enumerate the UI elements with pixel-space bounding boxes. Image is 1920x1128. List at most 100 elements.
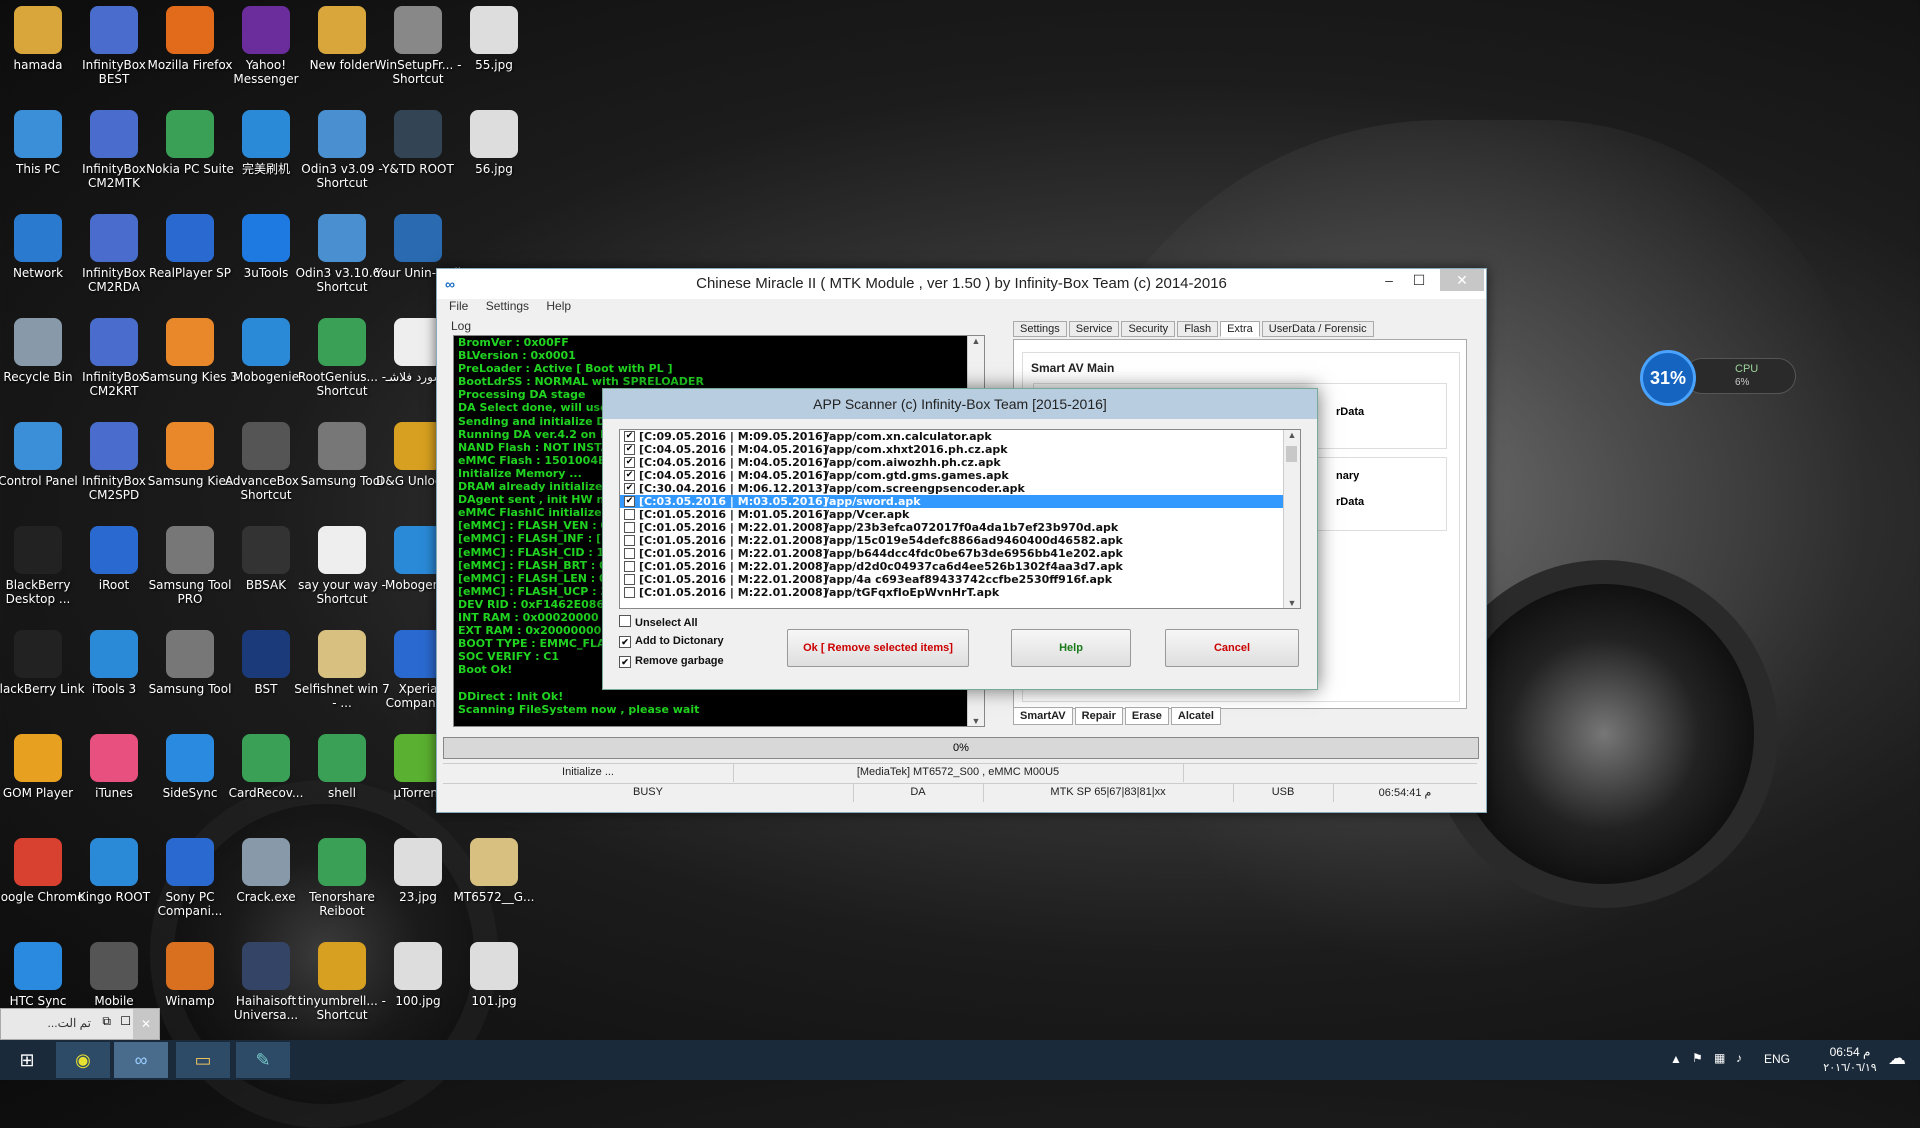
cancel-button[interactable]: Cancel bbox=[1165, 629, 1299, 667]
item-checkbox[interactable]: ✔ bbox=[624, 444, 635, 455]
list-item[interactable]: [C:01.05.2016 | M:22.01.2008]/app/4a c69… bbox=[620, 573, 1300, 586]
item-path: /app/b644dcc4fdc0be67b3de6956bb41e202.ap… bbox=[825, 547, 1123, 560]
item-dates: [C:01.05.2016 | M:22.01.2008] bbox=[639, 521, 828, 534]
scroll-down-icon[interactable]: ▼ bbox=[968, 716, 984, 726]
list-item[interactable]: ✔ [C:09.05.2016 | M:09.05.2016]/app/com.x… bbox=[620, 430, 1300, 443]
list-item[interactable]: [C:01.05.2016 | M:22.01.2008]/app/tGFqxf… bbox=[620, 586, 1300, 599]
restore-icon[interactable]: ⧉ bbox=[102, 1014, 111, 1029]
subtab-smartav[interactable]: SmartAV bbox=[1013, 707, 1073, 725]
subtab-repair[interactable]: Repair bbox=[1074, 707, 1123, 725]
list-item[interactable]: [C:01.05.2016 | M:22.01.2008]/app/23b3ef… bbox=[620, 521, 1300, 534]
menu-file[interactable]: File bbox=[449, 299, 468, 313]
dialog-title[interactable]: APP Scanner (c) Infinity-Box Team [2015-… bbox=[603, 389, 1317, 419]
item-checkbox[interactable] bbox=[624, 548, 635, 559]
item-checkbox[interactable] bbox=[624, 574, 635, 585]
taskbar-file-explorer[interactable]: ▭ bbox=[176, 1042, 230, 1078]
list-item[interactable]: [C:01.05.2016 | M:22.01.2008]/app/b644dc… bbox=[620, 547, 1300, 560]
taskbar-paint[interactable]: ✎ bbox=[236, 1042, 290, 1078]
close-icon[interactable]: ✕ bbox=[133, 1009, 159, 1039]
remove-garbage-label: Remove garbage bbox=[635, 655, 724, 667]
menu-settings[interactable]: Settings bbox=[486, 299, 529, 313]
tab-flash[interactable]: Flash bbox=[1177, 321, 1219, 337]
menu-help[interactable]: Help bbox=[546, 299, 571, 313]
list-item[interactable]: ✔ [C:30.04.2016 | M:06.12.2013]/app/com.s… bbox=[620, 482, 1300, 495]
ok-remove-button[interactable]: Ok [ Remove selected items] bbox=[787, 629, 969, 667]
help-button[interactable]: Help bbox=[1011, 629, 1131, 667]
list-item[interactable]: ✔ [C:04.05.2016 | M:04.05.2016]/app/com.x… bbox=[620, 443, 1300, 456]
item-checkbox[interactable]: ✔ bbox=[624, 483, 635, 494]
notification-cloud-icon[interactable]: ☁ bbox=[1888, 1048, 1906, 1069]
desktop-icon[interactable]: 55.jpg bbox=[446, 0, 542, 98]
list-item[interactable]: [C:01.05.2016 | M:22.01.2008]/app/15c019… bbox=[620, 534, 1300, 547]
gear-icon bbox=[166, 630, 214, 678]
item-checkbox[interactable]: ✔ bbox=[624, 457, 635, 468]
item-path: /app/com.aiwozhh.ph.cz.apk bbox=[825, 456, 1001, 469]
taskbar-infinitybox[interactable]: ∞ bbox=[114, 1042, 168, 1078]
add-to-dictionary-label: Add to Dictonary bbox=[635, 635, 724, 647]
minimized-window[interactable]: ...تم الت ⧉ ☐ ✕ bbox=[0, 1008, 160, 1040]
close-button[interactable]: ✕ bbox=[1440, 269, 1484, 291]
list-item[interactable]: [C:01.05.2016 | M:22.01.2008]/app/d2d0c0… bbox=[620, 560, 1300, 573]
folder-icon: ▭ bbox=[194, 1050, 212, 1070]
clock-time[interactable]: 06:54 م bbox=[1820, 1045, 1880, 1059]
app-list-scrollbar[interactable]: ▲ ▼ bbox=[1283, 430, 1300, 608]
function-tabs: Settings Service Security Flash Extra UserDat… bbox=[1013, 321, 1376, 339]
log-label: Log bbox=[451, 319, 472, 333]
item-checkbox[interactable]: ✔ bbox=[624, 431, 635, 442]
cpu-widget[interactable]: CPU 6% 31% bbox=[1640, 350, 1796, 406]
htc-sync-icon bbox=[14, 942, 62, 990]
item-checkbox[interactable] bbox=[624, 509, 635, 520]
item-checkbox[interactable] bbox=[624, 561, 635, 572]
window-titlebar[interactable]: ∞ Chinese Miracle II ( MTK Module , ver … bbox=[437, 269, 1486, 299]
desktop-icon[interactable]: MT6572__G... bbox=[446, 832, 542, 930]
item-path: /app/com.xn.calculator.apk bbox=[825, 430, 992, 443]
desktop-icon[interactable]: 101.jpg bbox=[446, 936, 542, 1034]
add-to-dictionary-checkbox[interactable]: ✔ Add to Dictonary bbox=[619, 635, 724, 648]
tab-userdata-forensic[interactable]: UserData / Forensic bbox=[1261, 321, 1374, 337]
tray-chevron-up-icon[interactable]: ▲ bbox=[1670, 1052, 1682, 1066]
scroll-down-icon[interactable]: ▼ bbox=[1284, 598, 1300, 608]
desktop-icon[interactable]: 56.jpg bbox=[446, 104, 542, 202]
uninstall-icon bbox=[394, 214, 442, 262]
tab-security[interactable]: Security bbox=[1121, 321, 1176, 337]
maximize-icon[interactable]: ☐ bbox=[120, 1014, 131, 1028]
tray-flag-icon[interactable]: ⚑ bbox=[1692, 1051, 1703, 1065]
unselect-all-checkbox[interactable]: Unselect All bbox=[619, 615, 698, 629]
list-item[interactable]: ✔ [C:03.05.2016 | M:03.05.2016]/app/sword… bbox=[620, 495, 1300, 508]
item-path: /app/d2d0c04937ca6d4ee526b1302f4aa3d7.ap… bbox=[825, 560, 1123, 573]
bst-icon bbox=[242, 630, 290, 678]
xperia-icon bbox=[394, 630, 442, 678]
list-item[interactable]: [C:01.05.2016 | M:01.05.2016]/app/Vcer.a… bbox=[620, 508, 1300, 521]
image-file-icon bbox=[394, 838, 442, 886]
item-checkbox[interactable] bbox=[624, 587, 635, 598]
chrome-icon bbox=[14, 838, 62, 886]
maximize-button[interactable]: ☐ bbox=[1404, 269, 1434, 291]
item-checkbox[interactable] bbox=[624, 522, 635, 533]
taskbar-chrome[interactable]: ◉ bbox=[56, 1042, 110, 1078]
app-list[interactable]: ✔ [C:09.05.2016 | M:09.05.2016]/app/com.x… bbox=[619, 429, 1301, 609]
subtab-erase[interactable]: Erase bbox=[1124, 707, 1169, 725]
scroll-up-icon[interactable]: ▲ bbox=[968, 336, 984, 346]
minimize-button[interactable]: – bbox=[1374, 269, 1404, 291]
subtab-alcatel[interactable]: Alcatel bbox=[1170, 707, 1221, 725]
unselect-all-label: Unselect All bbox=[635, 617, 698, 629]
tab-settings[interactable]: Settings bbox=[1013, 321, 1067, 337]
list-item[interactable]: ✔ [C:04.05.2016 | M:04.05.2016]/app/com.g… bbox=[620, 469, 1300, 482]
list-item[interactable]: ✔ [C:04.05.2016 | M:04.05.2016]/app/com.a… bbox=[620, 456, 1300, 469]
scroll-up-icon[interactable]: ▲ bbox=[1284, 430, 1300, 440]
item-checkbox[interactable] bbox=[624, 535, 635, 546]
tray-language[interactable]: ENG bbox=[1764, 1052, 1790, 1066]
tab-extra[interactable]: Extra bbox=[1220, 321, 1260, 337]
scroll-thumb[interactable] bbox=[1286, 446, 1297, 462]
gear-icon bbox=[166, 526, 214, 574]
tray-volume-icon[interactable]: ♪ bbox=[1736, 1051, 1742, 1065]
clock-date[interactable]: ٢٠١٦/٠٦/١٩ bbox=[1820, 1061, 1880, 1074]
status-da: DA bbox=[910, 786, 926, 798]
remove-garbage-checkbox[interactable]: ✔ Remove garbage bbox=[619, 655, 724, 668]
tray-network-icon[interactable]: ▦ bbox=[1714, 1051, 1725, 1065]
start-button[interactable]: ⊞ bbox=[0, 1042, 54, 1078]
item-checkbox[interactable]: ✔ bbox=[624, 496, 635, 507]
tab-service[interactable]: Service bbox=[1068, 321, 1120, 337]
item-checkbox[interactable]: ✔ bbox=[624, 470, 635, 481]
status-connection: USB bbox=[1271, 786, 1295, 798]
